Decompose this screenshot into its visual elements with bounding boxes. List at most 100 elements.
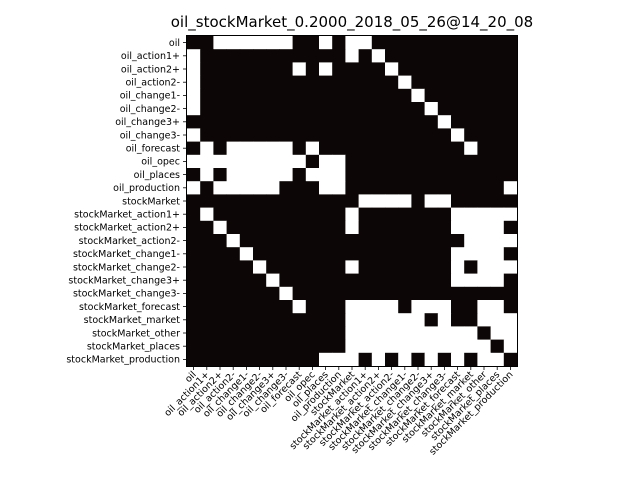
heatmap-cell [411,154,425,169]
heatmap-cell [226,247,241,261]
heatmap-cell [398,75,412,90]
heatmap-cell [253,300,267,314]
heatmap-cell [437,339,452,354]
heatmap-cell [345,352,359,367]
heatmap-cell [305,352,320,367]
heatmap-cell [358,194,373,208]
heatmap-cell [464,260,478,274]
heatmap-cell [305,75,320,90]
heatmap-cell [292,313,307,327]
heatmap-cell [239,260,254,274]
heatmap-cell [411,247,425,261]
heatmap-cell [477,75,491,90]
heatmap-cell [332,352,346,367]
y-tick-label: stockMarket_change3- [73,289,180,300]
heatmap-cell [477,36,491,50]
heatmap-cell [398,286,412,301]
heatmap-cell [464,247,478,261]
heatmap-cell [239,339,254,354]
heatmap-cell [279,36,293,50]
heatmap-cell [503,181,518,195]
heatmap-cell [411,273,425,288]
heatmap-cell [451,75,465,90]
y-tick-label: oil_action1+ [121,51,180,62]
heatmap-cell [319,339,333,354]
heatmap-cell [411,286,425,301]
heatmap-cell [226,75,241,90]
heatmap-cell [332,220,346,235]
heatmap-cell [371,247,386,261]
y-tick-label: oil_action2+ [121,64,180,75]
heatmap-cell [187,141,201,156]
heatmap-cell [503,339,518,354]
y-tick-label: stockMarket_other [92,328,180,339]
heatmap-cell [213,128,227,142]
heatmap-cell [292,352,307,367]
heatmap-cell [253,181,267,195]
heatmap-cell [305,102,320,116]
heatmap-cell [371,168,386,182]
heatmap-cell [226,49,241,63]
heatmap-cell [332,36,346,50]
heatmap-cell [385,247,399,261]
heatmap-cell [464,141,478,156]
heatmap-cell [266,102,280,116]
heatmap-cell [490,181,505,195]
heatmap-cell [490,128,505,142]
heatmap-cell [213,88,227,103]
heatmap-cell [213,36,227,50]
heatmap-cell [319,260,333,274]
heatmap-cell [226,128,241,142]
heatmap-cell [266,273,280,288]
heatmap-cell [424,168,439,182]
heatmap-cell [239,62,254,76]
heatmap-cell [213,49,227,63]
heatmap-cell [332,102,346,116]
heatmap-cell [213,102,227,116]
heatmap-cell [187,273,201,288]
heatmap-cell [358,326,373,340]
heatmap-cell [213,352,227,367]
heatmap-cell [437,326,452,340]
heatmap-cell [398,102,412,116]
heatmap-cell [292,234,307,248]
heatmap-cell [477,62,491,76]
heatmap-cell [371,181,386,195]
heatmap-cell [239,220,254,235]
heatmap-cell [200,36,214,50]
heatmap-cell [226,141,241,156]
heatmap-cell [345,75,359,90]
heatmap-cell [187,313,201,327]
heatmap-cell [332,88,346,103]
heatmap-cell [385,207,399,222]
heatmap-cell [266,286,280,301]
heatmap-cell [200,339,214,354]
heatmap-cell [239,286,254,301]
heatmap-cell [305,128,320,142]
heatmap-cell [279,194,293,208]
heatmap-cell [266,260,280,274]
heatmap-cell [200,154,214,169]
heatmap-cell [503,154,518,169]
heatmap-cell [437,352,452,367]
heatmap-cell [253,102,267,116]
heatmap-cell [385,49,399,63]
heatmap-cell [187,154,201,169]
heatmap-cell [385,260,399,274]
heatmap-cell [239,181,254,195]
heatmap-cell [464,181,478,195]
y-tick-label: stockMarket_market [84,315,181,326]
heatmap-cell [503,273,518,288]
heatmap-cell [213,154,227,169]
heatmap-cell [451,326,465,340]
heatmap-cell [292,128,307,142]
heatmap-cell [490,49,505,63]
heatmap-cell [477,207,491,222]
heatmap-cell [253,115,267,129]
heatmap-cell [239,326,254,340]
heatmap-cell [477,88,491,103]
heatmap-cell [319,88,333,103]
heatmap-cell [477,352,491,367]
heatmap-cell [477,181,491,195]
heatmap-cell [187,88,201,103]
